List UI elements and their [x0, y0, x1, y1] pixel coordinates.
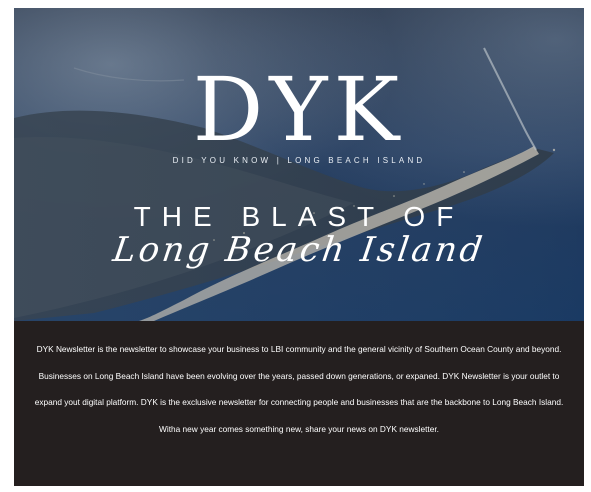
brand-tagline: DID YOU KNOW | LONG BEACH ISLAND — [172, 156, 426, 165]
headline-script: Long Beach Island — [110, 230, 488, 270]
newsletter-card: DYK DID YOU KNOW | LONG BEACH ISLAND THE… — [14, 8, 584, 486]
page: DYK DID YOU KNOW | LONG BEACH ISLAND THE… — [0, 0, 591, 492]
hero-banner: DYK DID YOU KNOW | LONG BEACH ISLAND THE… — [14, 8, 584, 321]
brand-logo: DYK — [192, 58, 406, 161]
about-text: DYK Newsletter is the newsletter to show… — [34, 344, 564, 434]
headline-top: THE BLAST OF — [133, 201, 465, 232]
